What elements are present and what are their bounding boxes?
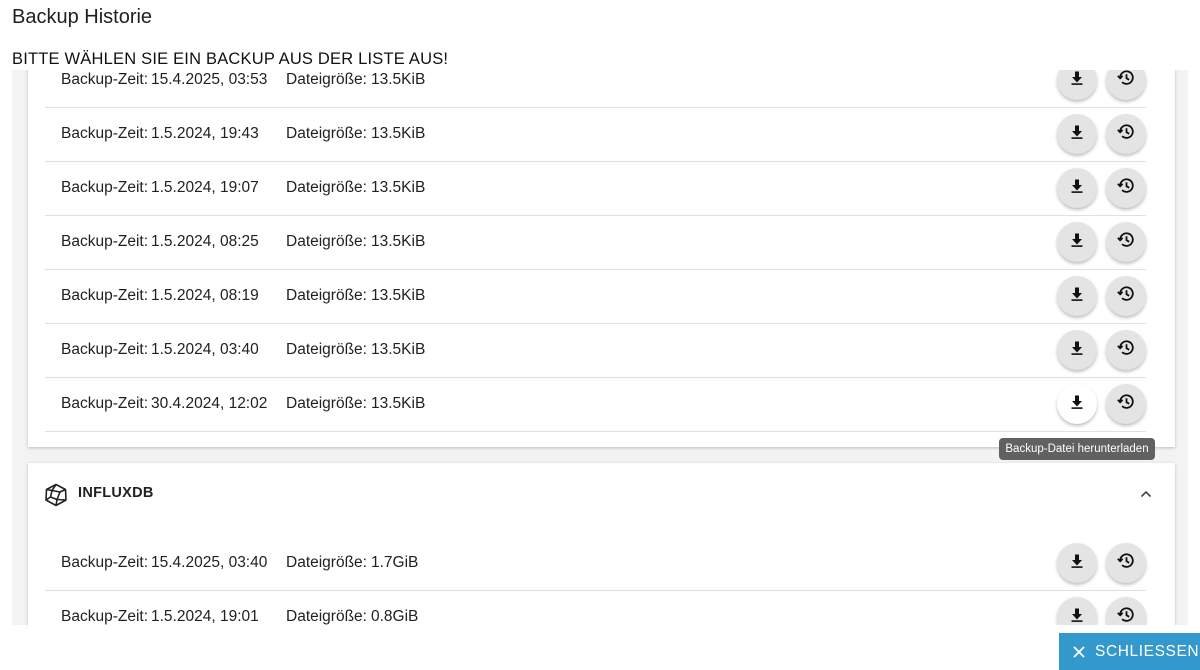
- download-icon: [1069, 232, 1085, 253]
- restore-button[interactable]: [1106, 597, 1146, 625]
- file-size-value: 1.7GiB: [371, 554, 419, 571]
- download-tooltip: Backup-Datei herunterladen: [999, 438, 1155, 460]
- backup-time-label: Backup-Zeit:: [61, 287, 149, 304]
- file-size-label: Dateigröße:: [286, 125, 367, 142]
- backup-row: Backup-Zeit: 30.4.2024, 12:02 Dateigröße: 1…: [45, 378, 1146, 432]
- file-size-label: Dateigröße:: [286, 608, 367, 625]
- download-button[interactable]: [1057, 114, 1097, 154]
- file-size-value: 13.5KiB: [371, 125, 426, 142]
- group-header-influxdb[interactable]: INFLUXDB: [28, 463, 1175, 525]
- file-size-label: Dateigröße:: [286, 554, 367, 571]
- close-button[interactable]: SCHLIESSEN: [1059, 633, 1200, 670]
- file-size-label: Dateigröße:: [286, 233, 367, 250]
- restore-button[interactable]: [1106, 168, 1146, 208]
- restore-button[interactable]: [1106, 384, 1146, 424]
- history-icon: [1116, 605, 1136, 626]
- restore-button[interactable]: [1106, 276, 1146, 316]
- history-icon: [1116, 338, 1136, 363]
- download-button[interactable]: [1057, 70, 1097, 100]
- file-size-value: 13.5KiB: [371, 71, 426, 88]
- file-size-value: 0.8GiB: [371, 608, 419, 625]
- chevron-up-icon[interactable]: [1139, 487, 1153, 506]
- backup-list-scroll-area[interactable]: Backup-Zeit: 15.4.2025, 03:53 Dateigröße: 1…: [12, 70, 1188, 625]
- backup-time-label: Backup-Zeit:: [61, 179, 149, 196]
- history-icon: [1116, 284, 1136, 309]
- group-title: INFLUXDB: [78, 485, 154, 501]
- backup-row: Backup-Zeit: 15.4.2025, 03:53 Dateigröße: 1…: [45, 70, 1146, 108]
- file-size-label: Dateigröße:: [286, 395, 367, 412]
- file-size-label: Dateigröße:: [286, 287, 367, 304]
- backup-row: Backup-Zeit: 1.5.2024, 03:40 Dateigröße: 13…: [45, 324, 1146, 378]
- download-icon: [1069, 607, 1085, 626]
- history-icon: [1116, 551, 1136, 576]
- database-polyhedron-icon: [44, 483, 68, 512]
- backup-time-value: 15.4.2025, 03:40: [151, 554, 268, 571]
- download-icon: [1069, 553, 1085, 574]
- backup-row: Backup-Zeit: 1.5.2024, 08:25 Dateigröße: 13…: [45, 216, 1146, 270]
- backup-row: Backup-Zeit: 1.5.2024, 19:01 Dateigröße: 0.…: [45, 591, 1146, 625]
- download-icon: [1069, 124, 1085, 145]
- download-button[interactable]: [1057, 597, 1097, 625]
- download-icon: [1069, 286, 1085, 307]
- download-button[interactable]: [1057, 543, 1097, 583]
- restore-button[interactable]: [1106, 70, 1146, 100]
- backup-time-value: 1.5.2024, 19:01: [151, 608, 259, 625]
- restore-button[interactable]: [1106, 114, 1146, 154]
- backup-time-value: 15.4.2025, 03:53: [151, 71, 268, 88]
- file-size-value: 13.5KiB: [371, 179, 426, 196]
- download-button[interactable]: [1057, 384, 1097, 424]
- file-size-value: 13.5KiB: [371, 341, 426, 358]
- file-size-value: 13.5KiB: [371, 395, 426, 412]
- history-icon: [1116, 176, 1136, 201]
- backup-time-label: Backup-Zeit:: [61, 395, 149, 412]
- backup-time-value: 1.5.2024, 08:25: [151, 233, 259, 250]
- backup-time-value: 1.5.2024, 19:43: [151, 125, 259, 142]
- backup-row: Backup-Zeit: 1.5.2024, 19:43 Dateigröße: 13…: [45, 108, 1146, 162]
- backup-time-label: Backup-Zeit:: [61, 554, 149, 571]
- backup-row: Backup-Zeit: 1.5.2024, 08:19 Dateigröße: 13…: [45, 270, 1146, 324]
- file-size-value: 13.5KiB: [371, 233, 426, 250]
- file-size-label: Dateigröße:: [286, 71, 367, 88]
- download-button[interactable]: [1057, 276, 1097, 316]
- download-icon: [1069, 178, 1085, 199]
- backup-time-value: 1.5.2024, 08:19: [151, 287, 259, 304]
- backup-time-value: 1.5.2024, 03:40: [151, 341, 259, 358]
- backup-time-label: Backup-Zeit:: [61, 608, 149, 625]
- restore-button[interactable]: [1106, 543, 1146, 583]
- close-icon: [1073, 645, 1085, 658]
- download-button[interactable]: [1057, 330, 1097, 370]
- download-icon: [1069, 394, 1085, 415]
- download-button[interactable]: [1057, 222, 1097, 262]
- file-size-label: Dateigröße:: [286, 179, 367, 196]
- file-size-value: 13.5KiB: [371, 287, 426, 304]
- backup-group-card: Backup-Zeit: 15.4.2025, 03:53 Dateigröße: 1…: [28, 70, 1175, 447]
- backup-time-value: 30.4.2024, 12:02: [151, 395, 268, 412]
- file-size-label: Dateigröße:: [286, 341, 367, 358]
- download-icon: [1069, 340, 1085, 361]
- backup-group-card-influxdb: INFLUXDB Backup-Zeit: 15.4.2025, 03:40 Dat…: [28, 463, 1175, 625]
- dialog-subtitle: BITTE WÄHLEN SIE EIN BACKUP AUS DER LIST…: [12, 50, 449, 68]
- history-icon: [1116, 70, 1136, 93]
- history-icon: [1116, 392, 1136, 417]
- backup-row: Backup-Zeit: 1.5.2024, 19:07 Dateigröße: 13…: [45, 162, 1146, 216]
- dialog-title: Backup Historie: [12, 6, 153, 28]
- backup-time-value: 1.5.2024, 19:07: [151, 179, 259, 196]
- backup-time-label: Backup-Zeit:: [61, 71, 149, 88]
- restore-button[interactable]: [1106, 330, 1146, 370]
- close-button-label: SCHLIESSEN: [1095, 642, 1200, 660]
- history-icon: [1116, 122, 1136, 147]
- backup-row: Backup-Zeit: 15.4.2025, 03:40 Dateigröße: 1…: [45, 537, 1146, 591]
- restore-button[interactable]: [1106, 222, 1146, 262]
- backup-time-label: Backup-Zeit:: [61, 341, 149, 358]
- download-icon: [1069, 70, 1085, 91]
- download-button[interactable]: [1057, 168, 1097, 208]
- history-icon: [1116, 230, 1136, 255]
- backup-time-label: Backup-Zeit:: [61, 125, 149, 142]
- backup-time-label: Backup-Zeit:: [61, 233, 149, 250]
